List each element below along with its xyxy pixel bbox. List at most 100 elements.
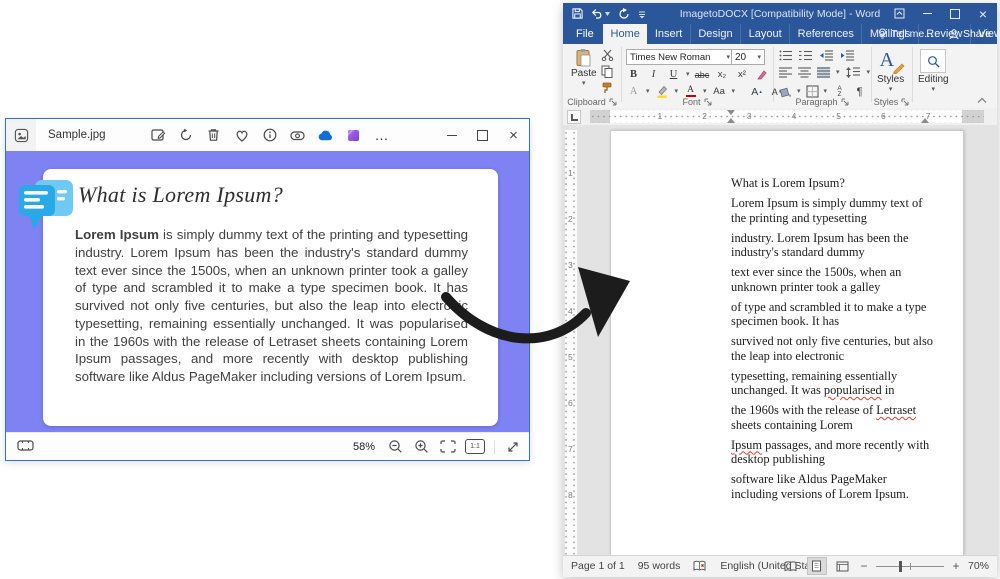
photos-toolbar: …: [149, 119, 390, 151]
ribbon-display-options-icon[interactable]: [885, 3, 913, 24]
numbering-button[interactable]: [799, 50, 813, 61]
close-icon[interactable]: ×: [498, 119, 529, 151]
page-indicator[interactable]: Page 1 of 1: [571, 560, 625, 572]
dialog-launcher-icon[interactable]: [704, 98, 712, 106]
vertical-ruler[interactable]: 12345678: [565, 130, 577, 555]
dialog-launcher-icon[interactable]: [901, 98, 909, 106]
doc-paragraph[interactable]: the 1960s with the release of Letraset s…: [731, 403, 935, 432]
print-layout-icon[interactable]: [807, 557, 827, 575]
copy-button[interactable]: [601, 65, 613, 78]
dialog-launcher-icon[interactable]: [609, 98, 617, 106]
see-more-icon[interactable]: …: [373, 127, 390, 144]
misspelled-word[interactable]: popularised: [824, 383, 882, 397]
rotate-icon[interactable]: [177, 127, 194, 144]
delete-icon[interactable]: [205, 127, 222, 144]
redo-icon[interactable]: [618, 8, 630, 20]
doc-paragraph[interactable]: typesetting, remaining essentially uncha…: [731, 369, 935, 398]
maximize-icon[interactable]: [941, 3, 969, 24]
doc-paragraph[interactable]: Lorem Ipsum is simply dummy text of the …: [731, 196, 935, 225]
font-size-combobox[interactable]: 20▾: [731, 49, 765, 65]
minimize-icon[interactable]: [913, 3, 941, 24]
phonetic-guide-button[interactable]: [755, 67, 770, 82]
word-titlebar: ImagetoDOCX [Compatibility Mode] - Word: [563, 3, 997, 24]
zoom-in-icon[interactable]: [413, 439, 430, 455]
edit-create-icon[interactable]: [345, 127, 362, 144]
doc-paragraph[interactable]: Ipsum passages, and more recently with d…: [731, 438, 935, 467]
edit-image-icon[interactable]: [149, 127, 166, 144]
doc-paragraph[interactable]: survived not only five centuries, but al…: [731, 334, 935, 363]
actual-size-icon[interactable]: 1:1: [465, 439, 485, 454]
doc-paragraph[interactable]: What is Lorem Ipsum?: [731, 176, 935, 191]
misspelled-word[interactable]: Ipsum: [731, 438, 762, 452]
underline-button[interactable]: U: [666, 67, 681, 82]
first-line-indent-marker[interactable]: [727, 110, 735, 115]
strikethrough-button[interactable]: abc: [695, 67, 710, 82]
photos-titlebar: Sample.jpg: [6, 119, 529, 151]
zoom-slider[interactable]: [876, 560, 944, 572]
save-icon[interactable]: [572, 8, 583, 19]
editing-button[interactable]: Editing ▾: [918, 49, 949, 93]
word-document-text[interactable]: What is Lorem Ipsum? Lorem Ipsum is simpl…: [731, 176, 935, 507]
photos-zoom-level: 58%: [353, 441, 375, 453]
favorite-icon[interactable]: [233, 127, 250, 144]
bold-button[interactable]: B: [626, 67, 641, 82]
minimize-icon[interactable]: [436, 119, 467, 151]
tab-references[interactable]: References: [790, 24, 862, 44]
align-left-button[interactable]: [779, 67, 792, 78]
subscript-button[interactable]: x₂: [715, 67, 730, 82]
maximize-icon[interactable]: [467, 119, 498, 151]
zoom-level[interactable]: 70%: [968, 560, 989, 572]
tell-me-box[interactable]: Tell me...: [878, 24, 933, 44]
misspelled-word[interactable]: Letraset: [876, 403, 916, 417]
doc-paragraph[interactable]: industry. Lorem Ipsum has been the indus…: [731, 231, 935, 260]
paste-button[interactable]: Paste ▾: [571, 48, 597, 87]
dialog-launcher-icon[interactable]: [841, 98, 849, 106]
horizontal-ruler[interactable]: 1234567: [590, 110, 984, 123]
tab-file[interactable]: File: [563, 24, 607, 44]
zoom-out-button[interactable]: −: [859, 559, 869, 573]
collapse-ribbon-icon[interactable]: [977, 97, 987, 104]
format-painter-button[interactable]: [601, 81, 614, 94]
close-icon[interactable]: ×: [969, 3, 997, 24]
font-name-combobox[interactable]: Times New Roman▾: [626, 49, 734, 65]
font-group-label: Font: [621, 97, 773, 107]
align-center-button[interactable]: [798, 67, 811, 78]
info-icon[interactable]: [261, 127, 278, 144]
increase-indent-button[interactable]: [840, 50, 855, 61]
tab-selector[interactable]: [567, 110, 581, 124]
tab-home[interactable]: Home: [603, 24, 647, 44]
share-button[interactable]: Share: [949, 24, 991, 44]
justify-button[interactable]: [817, 67, 830, 78]
cut-button[interactable]: [601, 49, 614, 61]
line-spacing-button[interactable]: [846, 67, 861, 78]
zoom-out-icon[interactable]: [387, 439, 404, 455]
doc-paragraph[interactable]: of type and scrambled it to make a type …: [731, 300, 935, 329]
save-to-onedrive-icon[interactable]: [317, 127, 334, 144]
styles-group-label: Styles: [871, 97, 912, 107]
word-count[interactable]: 95 words: [638, 560, 681, 572]
document-page[interactable]: What is Lorem Ipsum? Lorem Ipsum is simpl…: [610, 130, 964, 556]
doc-paragraph[interactable]: text ever since the 1500s, when an unkno…: [731, 265, 935, 294]
web-layout-icon[interactable]: [834, 558, 852, 574]
underline-dropdown-icon[interactable]: ▾: [686, 71, 690, 78]
customize-quick-access-icon[interactable]: [638, 9, 646, 19]
print-icon[interactable]: [289, 127, 306, 144]
styles-button[interactable]: A Styles ▾: [877, 49, 904, 93]
decrease-indent-button[interactable]: [819, 50, 834, 61]
zoom-slider-thumb[interactable]: [899, 561, 902, 572]
undo-icon[interactable]: [591, 8, 610, 19]
proofing-icon[interactable]: [693, 560, 707, 572]
doc-paragraph[interactable]: software like Aldus PageMaker including …: [731, 472, 935, 501]
fit-to-window-icon[interactable]: [439, 439, 456, 455]
hanging-indent-marker[interactable]: [727, 118, 735, 123]
filmstrip-icon[interactable]: [17, 439, 34, 452]
tab-design[interactable]: Design: [691, 24, 741, 44]
italic-button[interactable]: I: [646, 67, 661, 82]
fullscreen-icon[interactable]: [504, 439, 521, 455]
tab-layout[interactable]: Layout: [741, 24, 790, 44]
bullets-button[interactable]: [779, 50, 793, 61]
tab-insert[interactable]: Insert: [647, 24, 691, 44]
zoom-in-button[interactable]: +: [951, 559, 961, 573]
superscript-button[interactable]: x²: [735, 67, 750, 82]
read-mode-icon[interactable]: [782, 558, 800, 574]
